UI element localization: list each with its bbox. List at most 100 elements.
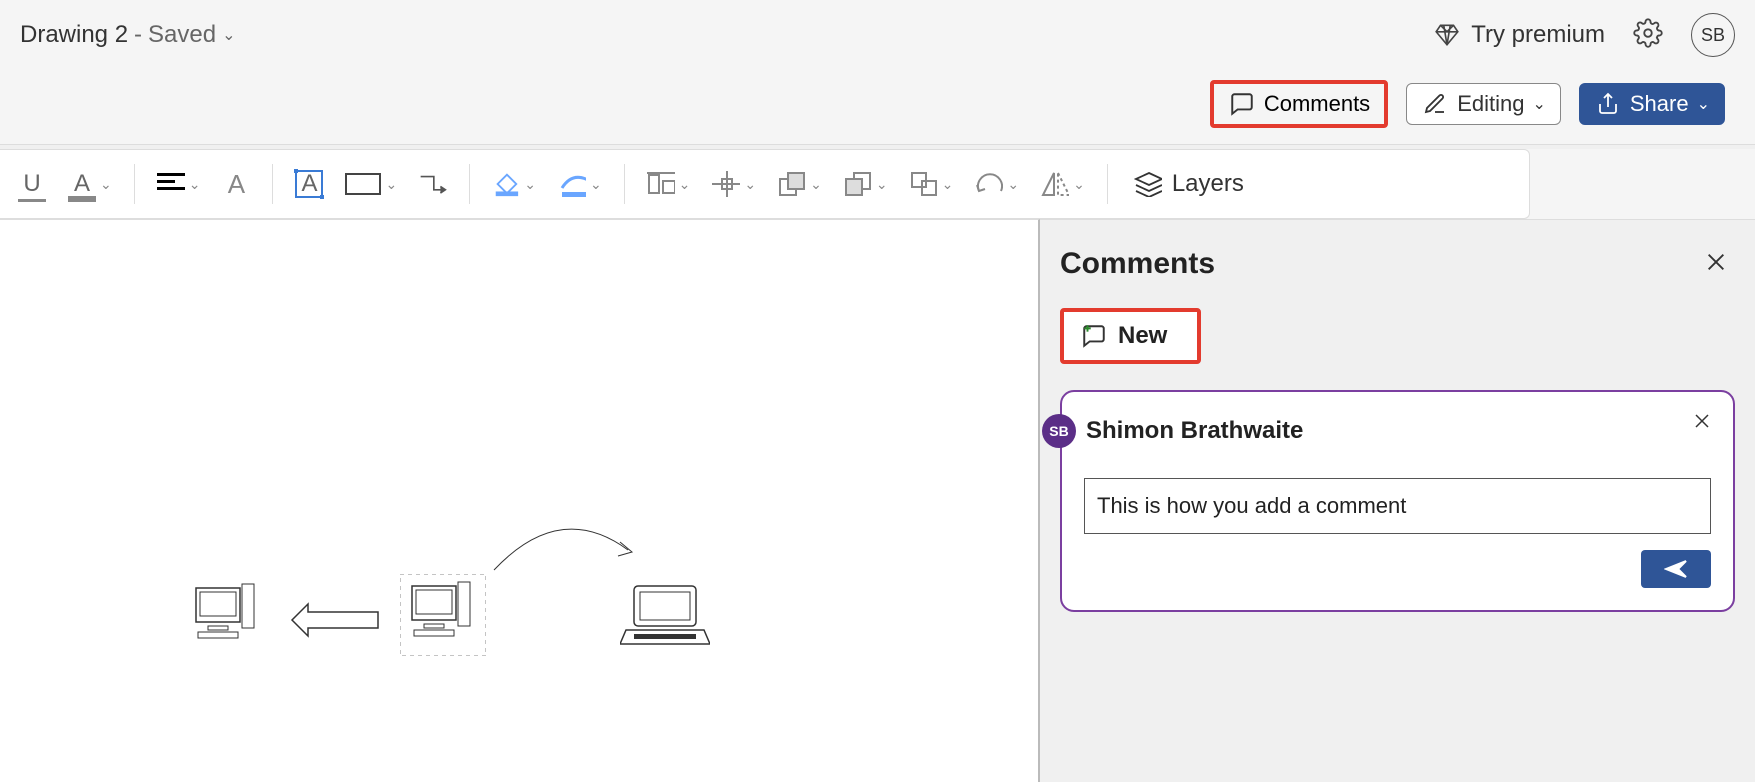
comment-text-input[interactable] [1084,478,1711,534]
font-size-icon: A [222,170,250,198]
bring-forward-dropdown[interactable]: ⌄ [774,166,826,202]
connector-button[interactable] [415,166,451,202]
fill-bucket-icon [492,170,520,198]
chevron-down-icon: ⌄ [385,176,397,193]
chevron-down-icon: ⌄ [1007,176,1019,193]
document-status-sep: - [134,21,142,49]
send-comment-button[interactable] [1641,550,1711,588]
text-box-button[interactable]: A [291,166,327,202]
toolbar-separator [624,164,625,204]
connector-icon [419,170,447,198]
comments-panel: Comments New SB Shimon Brathwaite [1040,219,1755,782]
close-icon [1705,251,1727,273]
document-name: Drawing 2 [20,21,128,49]
header: Drawing 2 - Saved ⌄ Try premium [0,0,1755,145]
comments-label: Comments [1264,91,1370,117]
rotate-dropdown[interactable]: ⌄ [971,166,1023,202]
layers-icon [1134,170,1162,198]
commenter-initials: SB [1049,423,1068,439]
group-dropdown[interactable]: ⌄ [906,166,958,202]
computer-shape-selected-icon [400,574,486,656]
chevron-down-icon: ⌄ [679,176,691,193]
shape-rectangle-dropdown[interactable]: ⌄ [341,169,401,199]
chevron-down-icon: ⌄ [1073,176,1085,193]
group-icon [910,170,938,198]
title-row: Drawing 2 - Saved ⌄ Try premium [20,10,1735,60]
send-backward-icon [844,170,872,198]
arrow-left-shape-icon [290,602,380,638]
close-icon [1693,412,1711,430]
new-comment-label: New [1118,322,1167,350]
fill-color-dropdown[interactable]: ⌄ [488,166,540,202]
font-color-dropdown[interactable]: A ⌄ [64,166,116,202]
toolbar-separator [1107,164,1108,204]
underline-button[interactable]: U [14,166,50,202]
underline-icon: U [18,170,46,198]
comment-card-header: SB Shimon Brathwaite [1042,414,1711,448]
comments-button[interactable]: Comments [1210,80,1388,128]
pencil-icon [1421,90,1449,118]
chevron-down-icon: ⌄ [876,176,888,193]
align-objects-dropdown[interactable]: ⌄ [643,166,695,202]
formatting-toolbar: U A ⌄ ⌄ A A ⌄ ⌄ [0,149,1530,219]
curved-arrow-icon [490,520,640,580]
position-dropdown[interactable]: ⌄ [708,166,760,202]
main-area: Comments New SB Shimon Brathwaite [0,219,1755,782]
try-premium-button[interactable]: Try premium [1433,21,1605,49]
comment-card-close-button[interactable] [1693,410,1711,436]
document-title-dropdown[interactable]: Drawing 2 - Saved ⌄ [20,21,236,49]
flip-dropdown[interactable]: ⌄ [1037,166,1089,202]
computer-shape-icon [190,580,260,650]
commenter-avatar: SB [1042,414,1076,448]
editing-label: Editing [1457,91,1524,117]
chevron-down-icon: ⌄ [1532,94,1545,114]
document-status: Saved [148,21,216,49]
font-color-icon: A [68,170,96,198]
toolbar-separator [272,164,273,204]
comment-icon [1228,90,1256,118]
chevron-down-icon: ⌄ [222,25,235,45]
editing-mode-dropdown[interactable]: Editing ⌄ [1406,83,1561,125]
new-comment-icon [1080,322,1108,350]
laptop-shape-icon [620,580,710,654]
diamond-icon [1433,21,1461,49]
comments-panel-title: Comments [1060,247,1215,281]
send-backward-dropdown[interactable]: ⌄ [840,166,892,202]
account-avatar[interactable]: SB [1691,13,1735,57]
line-color-dropdown[interactable]: ⌄ [554,166,606,202]
comment-card: SB Shimon Brathwaite [1060,390,1735,612]
chevron-down-icon: ⌄ [744,176,756,193]
bring-forward-icon [778,170,806,198]
toolbar-separator [134,164,135,204]
header-right: Try premium SB [1433,13,1735,57]
gear-icon [1633,18,1663,48]
chevron-down-icon: ⌄ [1697,94,1710,114]
chevron-down-icon: ⌄ [590,176,602,193]
layers-label: Layers [1172,170,1244,198]
action-row: Comments Editing ⌄ Share ⌄ [20,60,1735,140]
share-button[interactable]: Share ⌄ [1579,83,1725,125]
share-label: Share [1630,91,1689,117]
align-left-icon [157,170,185,198]
chevron-down-icon: ⌄ [942,176,954,193]
commenter-name: Shimon Brathwaite [1086,417,1303,445]
position-icon [712,170,740,198]
flip-icon [1041,170,1069,198]
layers-button[interactable]: Layers [1126,170,1244,198]
align-objects-icon [647,170,675,198]
settings-button[interactable] [1633,18,1663,53]
chevron-down-icon: ⌄ [100,176,112,193]
font-size-button[interactable]: A [218,166,254,202]
new-comment-button[interactable]: New [1060,308,1201,364]
rotate-icon [975,170,1003,198]
avatar-initials: SB [1701,25,1725,46]
drawing-canvas[interactable] [0,219,1040,782]
rectangle-icon [345,173,381,195]
line-color-icon [558,170,586,198]
close-panel-button[interactable] [1697,244,1735,284]
chevron-down-icon: ⌄ [810,176,822,193]
send-icon [1664,559,1688,579]
paragraph-align-dropdown[interactable]: ⌄ [153,166,205,202]
toolbar-wrap: U A ⌄ ⌄ A A ⌄ ⌄ [0,149,1755,219]
share-icon [1594,90,1622,118]
